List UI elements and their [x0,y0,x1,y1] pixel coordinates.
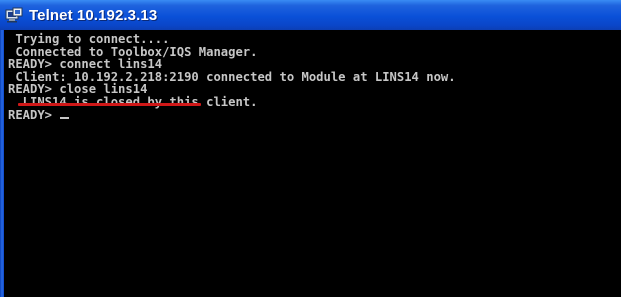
console-line: READY> connect lins14 [8,57,163,72]
text-cursor [60,116,70,119]
prompt-text: READY> [8,107,60,122]
terminal-console[interactable]: Trying to connect.... Connected to Toolb… [4,30,621,297]
prompt-line[interactable]: READY> [8,107,621,122]
red-underline-annotation [18,103,201,106]
console-line: Trying to connect.... [8,32,170,46]
title-bar[interactable]: Telnet 10.192.3.13 [0,0,621,30]
window-title: Telnet 10.192.3.13 [29,6,158,24]
telnet-icon [5,7,23,23]
telnet-window: Telnet 10.192.3.13 Trying to connect....… [0,0,621,297]
